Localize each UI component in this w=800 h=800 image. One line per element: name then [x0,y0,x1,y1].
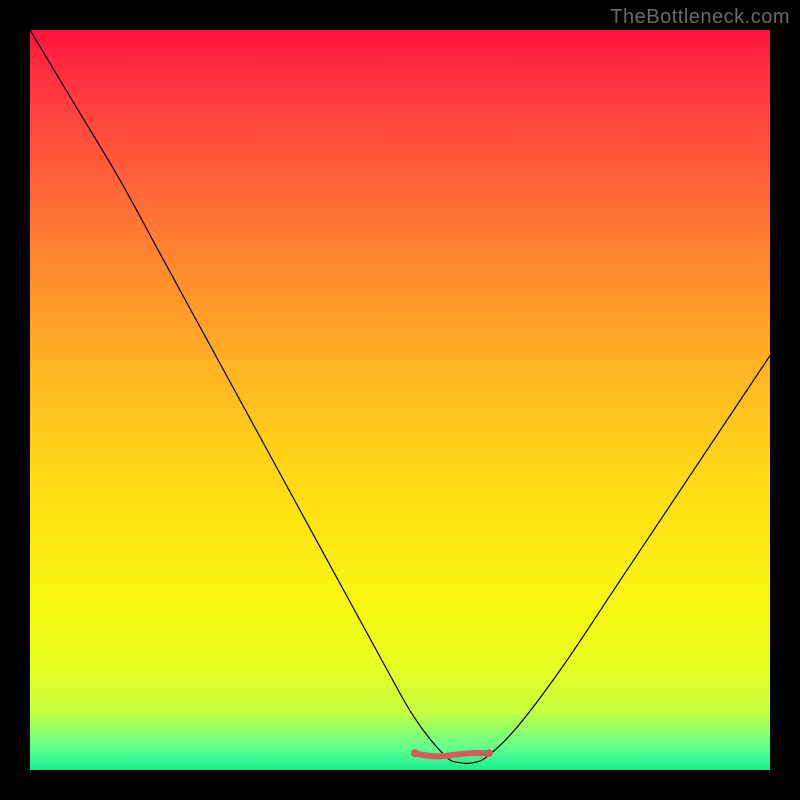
trough-marker [415,753,489,756]
trough-dot-left [411,749,419,757]
bottleneck-curve [30,30,770,764]
chart-root: TheBottleneck.com [0,0,800,800]
curve-layer [30,30,770,770]
attribution-label: TheBottleneck.com [610,6,790,29]
trough-dot-right [485,749,493,757]
plot-area [30,30,770,770]
